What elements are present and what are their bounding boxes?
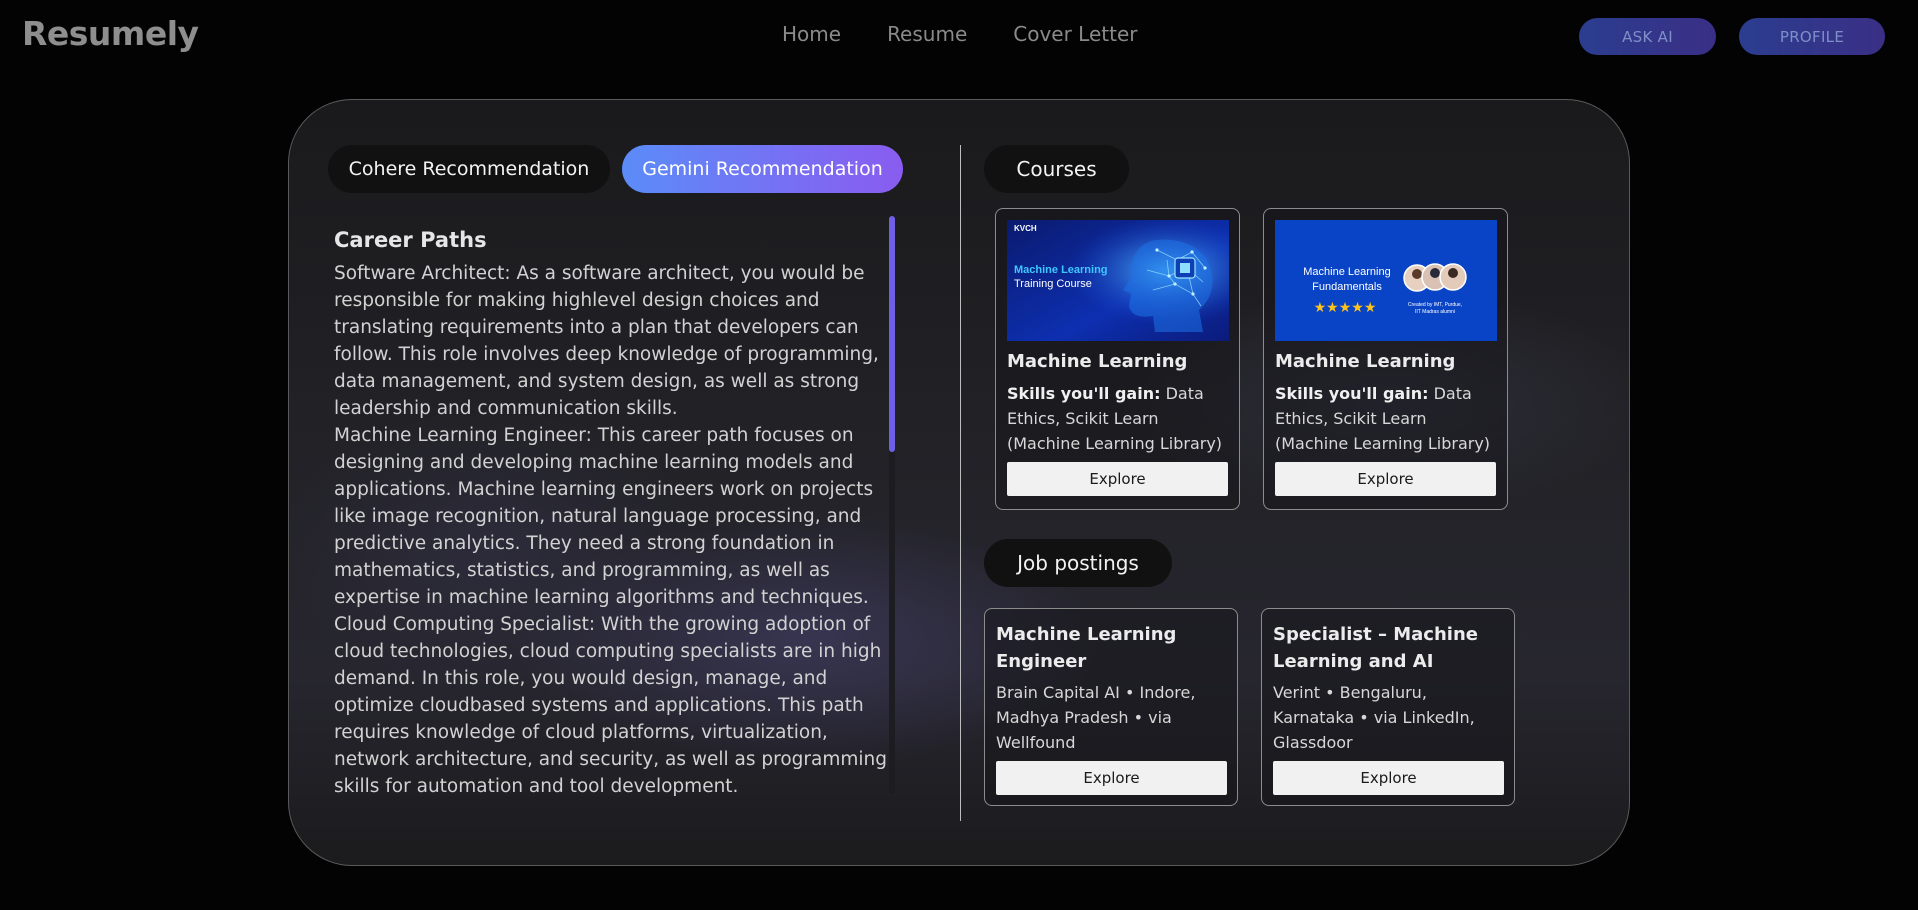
tab-cohere-recommendation[interactable]: Cohere Recommendation [328,145,610,193]
top-navbar: Resumely Home Resume Cover Letter ASK AI… [0,0,1918,72]
thumb-line1: Machine Learning [1014,264,1108,276]
explore-button[interactable]: Explore [1273,761,1504,795]
job-title: Machine Learning Engineer [996,624,1177,672]
job-title: Specialist – Machine Learning and AI [1273,624,1478,672]
explore-button[interactable]: Explore [1007,462,1228,496]
course-title: Machine Learning [1007,351,1188,372]
brand-logo[interactable]: Resumely [22,14,199,53]
course-card: KVCH Machine Learning Training Course Ma… [995,208,1240,510]
courses-heading: Courses [984,145,1129,193]
rating-stars: ★★★★★ [1314,300,1377,316]
course-skills: Skills you'll gain: Data Ethics, Scikit … [1007,381,1235,456]
course-thumbnail-fundamentals: Machine Learning Fundamentals ★★★★★ Crea… [1275,220,1497,341]
career-path-cloud-specialist: Cloud Computing Specialist: With the gro… [334,614,888,797]
career-paths-heading: Career Paths [334,228,487,252]
job-postings-heading: Job postings [984,539,1172,587]
nav-resume-link[interactable]: Resume [887,22,967,46]
main-nav: Home Resume Cover Letter [782,22,1137,46]
job-card: Machine Learning Engineer Brain Capital … [984,608,1238,806]
recommendation-card: Cohere Recommendation Gemini Recommendat… [288,99,1630,866]
skills-label: Skills you'll gain: [1275,384,1429,403]
thumb-line2: Training Course [1014,278,1092,290]
vertical-divider [960,145,961,821]
explore-button[interactable]: Explore [996,761,1227,795]
course-card: Machine Learning Fundamentals ★★★★★ Crea… [1263,208,1508,510]
job-meta: Brain Capital AI • Indore, Madhya Prades… [996,683,1196,752]
kvch-logo-text: KVCH [1014,224,1037,233]
skills-label: Skills you'll gain: [1007,384,1161,403]
career-scrollbar-thumb[interactable] [889,216,895,452]
thumb-caption-1: Created by IMT, Purdue, [1408,302,1462,308]
career-path-ml-engineer: Machine Learning Engineer: This career p… [334,425,874,608]
course-title: Machine Learning [1275,351,1456,372]
thumb-line2: Fundamentals [1312,281,1382,293]
career-paths-text[interactable]: Software Architect: As a software archit… [334,260,889,800]
course-thumbnail-kvch: KVCH Machine Learning Training Course [1007,220,1229,341]
career-path-software-architect: Software Architect: As a software archit… [334,263,879,419]
nav-home-link[interactable]: Home [782,22,841,46]
job-meta: Verint • Bengaluru, Karnataka • via Link… [1273,683,1475,752]
course-skills: Skills you'll gain: Data Ethics, Scikit … [1275,381,1503,456]
ask-ai-button[interactable]: ASK AI [1579,18,1716,55]
nav-cover-letter-link[interactable]: Cover Letter [1013,22,1137,46]
profile-button[interactable]: PROFILE [1739,18,1885,55]
thumb-caption-2: IIT Madras alumni [1415,309,1455,315]
explore-button[interactable]: Explore [1275,462,1496,496]
job-card: Specialist – Machine Learning and AI Ver… [1261,608,1515,806]
thumb-line1: Machine Learning [1303,266,1390,278]
instructor-avatars [1403,263,1467,292]
tab-gemini-recommendation[interactable]: Gemini Recommendation [622,145,903,193]
